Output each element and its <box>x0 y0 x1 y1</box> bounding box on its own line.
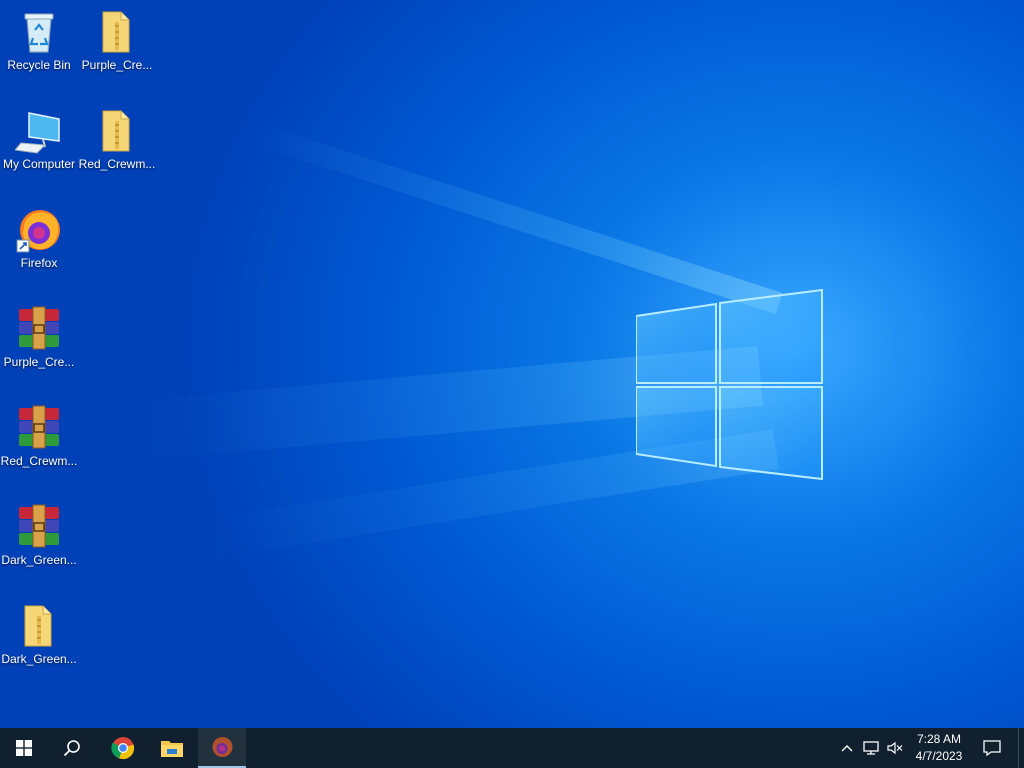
desktop-icon-dark-green-archive[interactable]: Dark_Green... <box>0 503 78 575</box>
desktop-icon-purple-cre-archive[interactable]: Purple_Cre... <box>0 305 78 377</box>
desktop-icon-label: Firefox <box>20 256 58 270</box>
winrar-archive-icon <box>19 405 59 449</box>
file-explorer-icon <box>161 741 183 757</box>
desktop-icon-label: Dark_Green... <box>1 553 77 567</box>
show-desktop-button[interactable] <box>1018 728 1024 768</box>
search-button[interactable] <box>48 728 96 768</box>
taskbar-firefox[interactable] <box>198 728 246 768</box>
taskbar-file-explorer[interactable] <box>148 728 196 768</box>
desktop-icon-label: Red_Crewm... <box>0 454 78 468</box>
clock-time: 7:28 AM <box>916 732 962 746</box>
desktop-icon-purple-cre-folder[interactable]: Purple_Cre... <box>78 8 156 80</box>
winrar-archive-icon <box>19 306 59 350</box>
desktop-icon-label: Dark_Green... <box>1 652 77 666</box>
desktop[interactable]: Recycle Bin Purple_Cre... My Computer Re… <box>0 0 1024 728</box>
folder-icon <box>102 110 130 152</box>
taskbar-clock[interactable]: 7:28 AM 4/7/2023 <box>906 731 972 765</box>
desktop-icon-red-crewm-archive[interactable]: Red_Crewm... <box>0 404 78 476</box>
desktop-icon-label: Recycle Bin <box>7 58 71 72</box>
desktop-icon-red-crewm-folder[interactable]: Red_Crewm... <box>78 107 156 179</box>
chevron-up-icon <box>841 745 853 752</box>
desktop-icon-recycle-bin[interactable]: Recycle Bin <box>0 8 78 80</box>
show-hidden-icons-button[interactable] <box>836 728 858 768</box>
wallpaper-light-beam <box>243 120 783 314</box>
volume-muted-icon <box>887 741 903 755</box>
network-button[interactable] <box>860 728 882 768</box>
search-icon <box>63 740 80 757</box>
notification-icon <box>983 740 1001 756</box>
folder-icon <box>102 11 130 53</box>
desktop-icon-label: Red_Crewm... <box>78 157 156 171</box>
chrome-icon <box>111 737 135 760</box>
taskbar: 7:28 AM 4/7/2023 <box>0 728 1024 768</box>
volume-button[interactable] <box>884 728 906 768</box>
desktop-icon-firefox[interactable]: Firefox <box>0 206 78 278</box>
windows-logo-wallpaper <box>636 288 823 480</box>
clock-date: 4/7/2023 <box>915 749 963 763</box>
desktop-icon-dark-green-folder[interactable]: Dark_Green... <box>0 602 78 674</box>
desktop-icon-label: Purple_Cre... <box>81 58 153 72</box>
desktop-icon-my-computer[interactable]: My Computer <box>0 107 78 179</box>
winrar-archive-icon <box>19 504 59 548</box>
recycle-bin-icon <box>24 13 54 53</box>
notification-center-button[interactable] <box>976 728 1008 768</box>
desktop-icon-label: Purple_Cre... <box>3 355 75 369</box>
firefox-icon <box>16 210 60 253</box>
taskbar-chrome[interactable] <box>99 728 147 768</box>
folder-icon <box>24 605 52 647</box>
computer-icon <box>15 112 60 154</box>
desktop-icon-label: My Computer <box>2 157 76 171</box>
network-icon <box>863 741 879 755</box>
firefox-icon <box>212 737 233 757</box>
start-button[interactable] <box>0 728 48 768</box>
windows-start-icon <box>16 740 32 756</box>
